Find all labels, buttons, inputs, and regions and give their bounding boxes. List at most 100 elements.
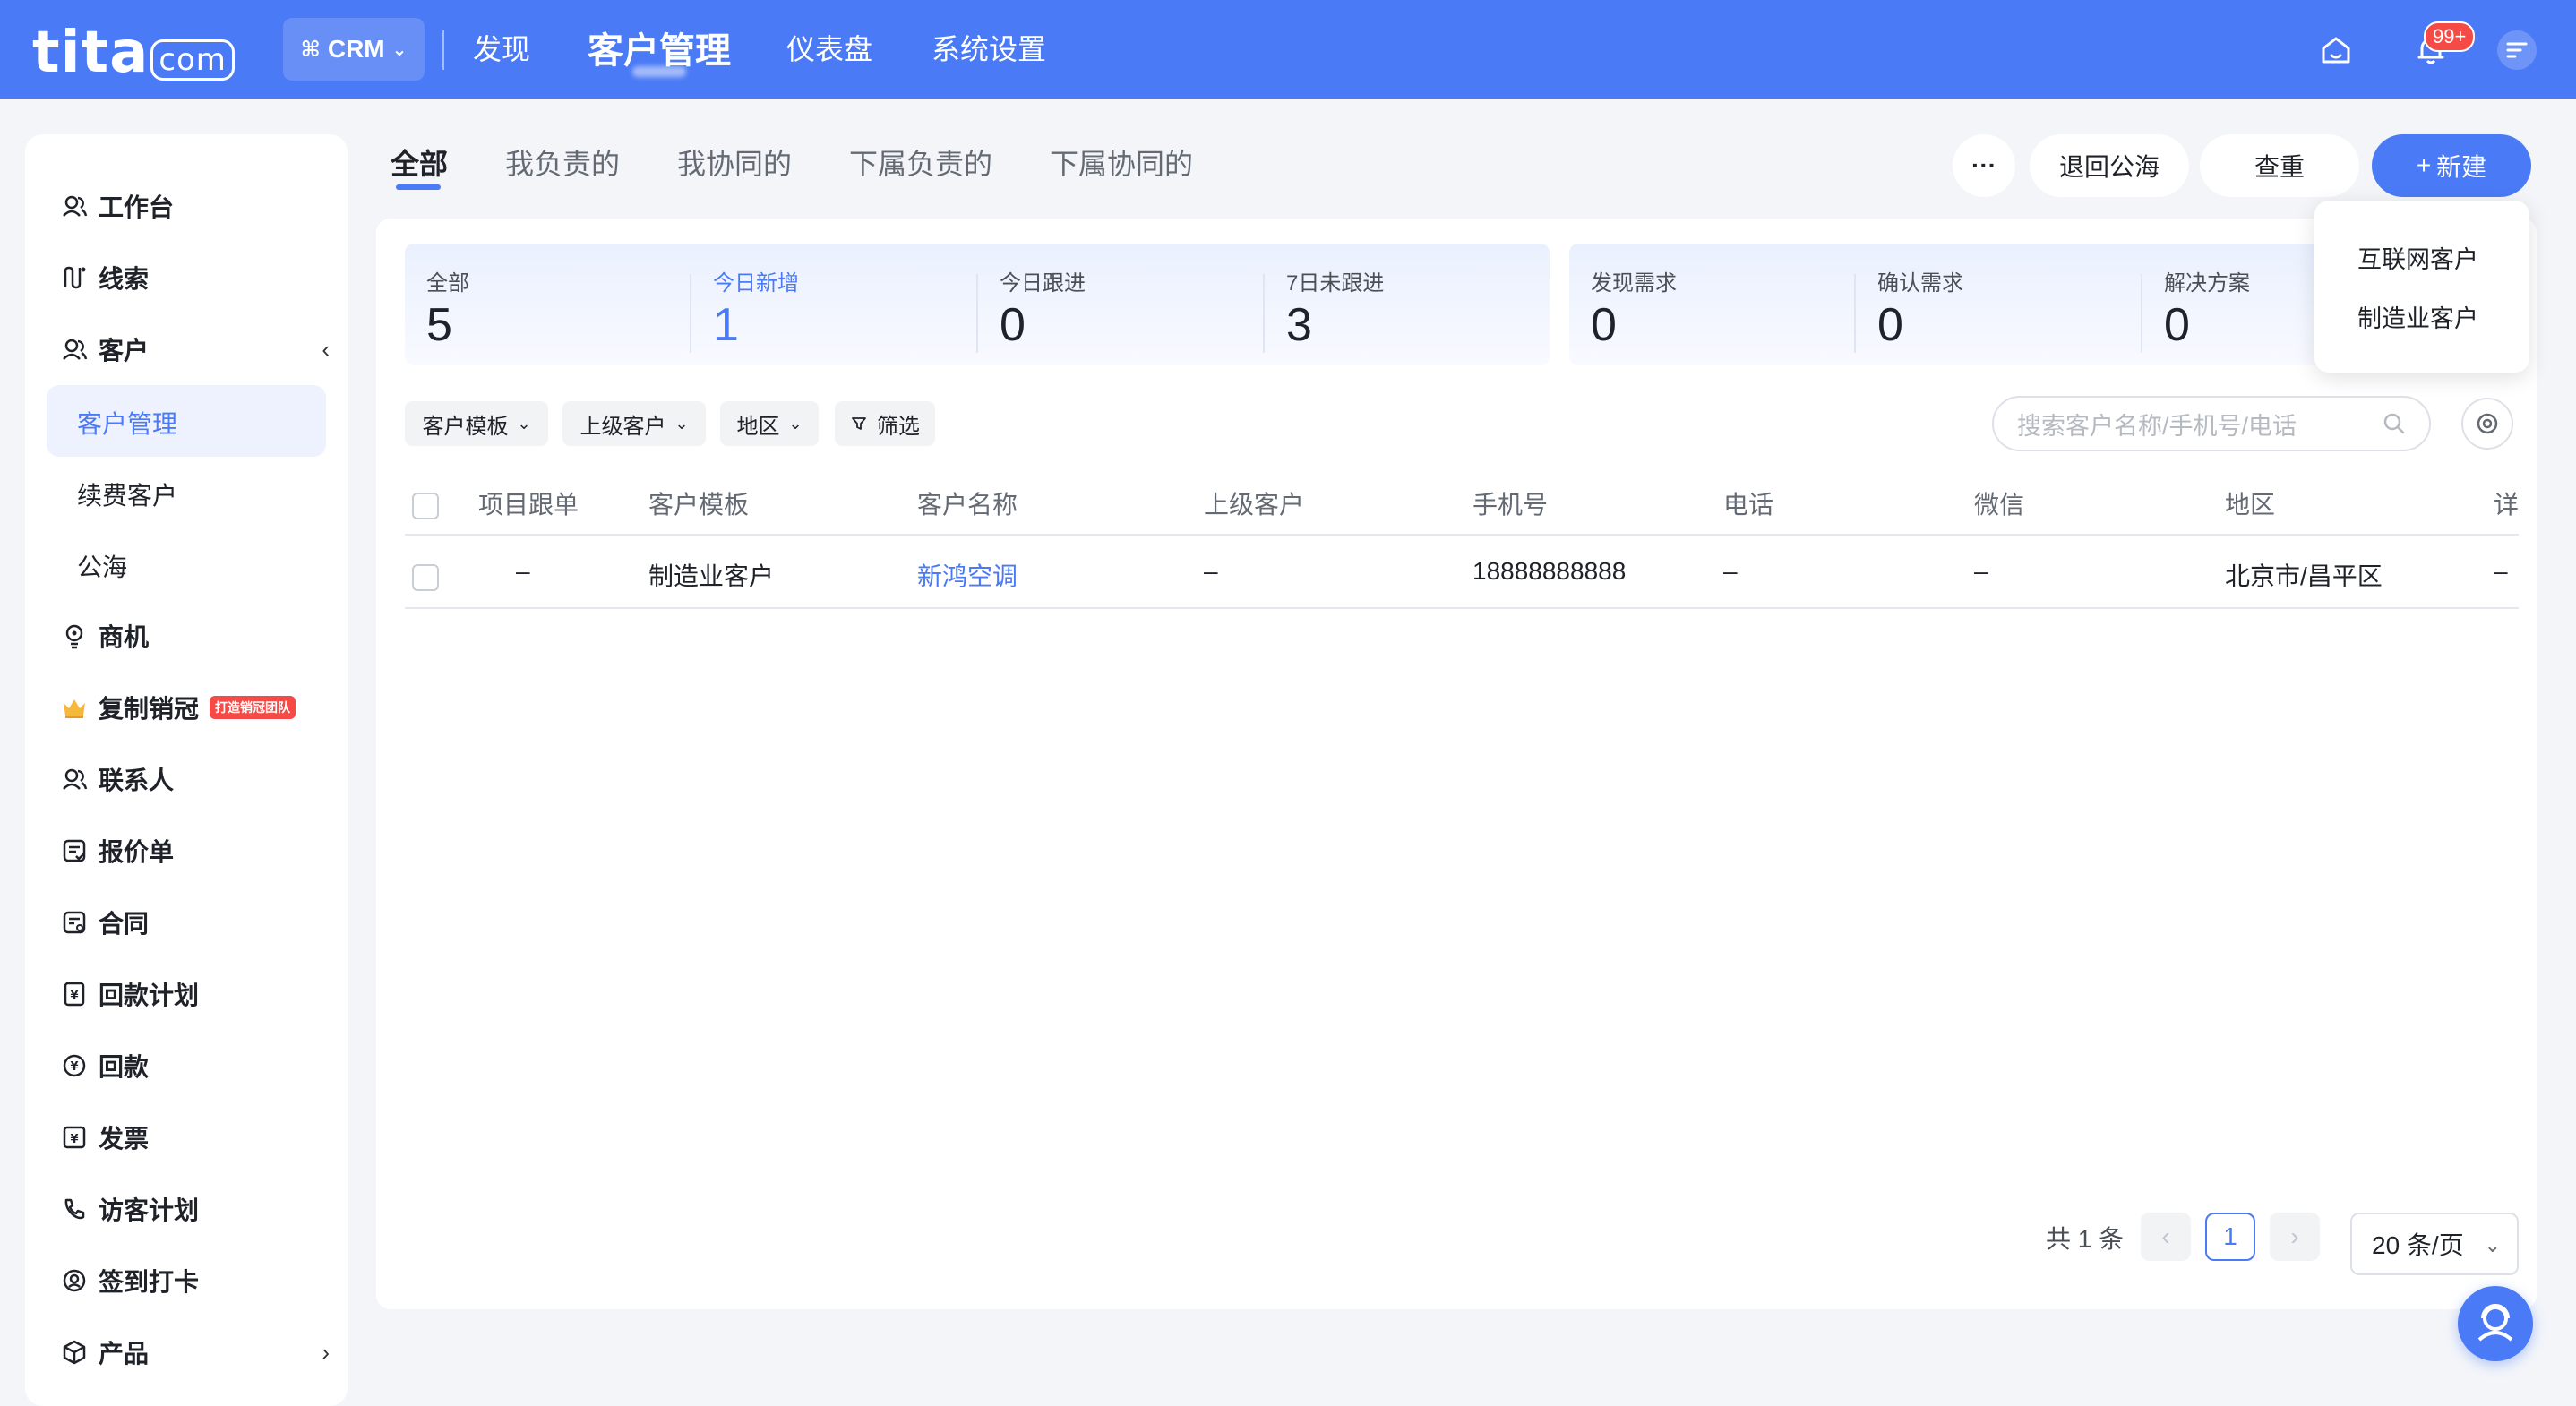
menu-item-internet-customer[interactable]: 互联网客户 xyxy=(2357,240,2478,275)
sidebar-item-products[interactable]: 产品 › xyxy=(61,1334,330,1370)
sidebar-item-quotes[interactable]: 报价单 xyxy=(61,833,330,869)
stat-confirm-needs[interactable]: 确认需求 0 xyxy=(1877,265,1963,348)
cell-project: – xyxy=(516,557,530,585)
sidebar-item-invoices[interactable]: ¥ 发票 xyxy=(61,1119,330,1155)
nav-customer-management[interactable]: 客户管理 xyxy=(588,21,731,77)
sidebar-item-customers[interactable]: 客户 ‹ xyxy=(61,331,330,367)
invoice-icon: ¥ xyxy=(63,1126,86,1149)
pagination-next-button[interactable]: › xyxy=(2270,1213,2320,1261)
chevron-right-icon[interactable]: › xyxy=(322,1339,330,1367)
cell-detail: – xyxy=(2494,557,2508,585)
cell-phone: – xyxy=(1723,557,1738,585)
select-all-checkbox[interactable] xyxy=(412,493,439,519)
column-header[interactable]: 微信 xyxy=(1974,485,2024,521)
stat-divider xyxy=(1263,274,1265,353)
sidebar-item-leads[interactable]: 线索 xyxy=(61,260,330,296)
stat-divider xyxy=(2141,274,2142,353)
new-button[interactable]: + 新建 xyxy=(2372,134,2531,197)
stat-today-new[interactable]: 今日新增 1 xyxy=(713,265,799,348)
svg-text:¥: ¥ xyxy=(70,1060,78,1074)
column-header[interactable]: 手机号 xyxy=(1473,485,1548,521)
cell-mobile: 18888888888 xyxy=(1473,557,1627,585)
users-icon xyxy=(63,195,88,217)
customer-service-button[interactable] xyxy=(2458,1286,2533,1361)
column-header[interactable]: 客户模板 xyxy=(648,485,749,521)
home-icon[interactable] xyxy=(2318,32,2354,68)
column-header[interactable]: 地区 xyxy=(2225,485,2275,521)
dedupe-button[interactable]: 查重 xyxy=(2200,134,2359,197)
more-button[interactable]: ··· xyxy=(1953,134,2015,197)
customer-icon xyxy=(63,339,88,360)
cell-parent-customer: – xyxy=(1204,557,1218,585)
filter-parent-customer[interactable]: 上级客户 ⌄ xyxy=(562,401,706,446)
gear-icon xyxy=(2477,413,2498,434)
tab-collaborating[interactable]: 我协同的 xyxy=(677,141,792,183)
cell-customer-name-link[interactable]: 新鸿空调 xyxy=(917,557,1018,593)
column-header[interactable]: 上级客户 xyxy=(1204,485,1304,521)
top-bar: tita com ⌘ CRM ⌄ 发现 客户管理 仪表盘 系统设置 99+ xyxy=(0,0,2576,99)
row-checkbox[interactable] xyxy=(412,564,439,591)
payment-plan-icon: ¥ xyxy=(64,982,85,1007)
sidebar-item-contacts[interactable]: 联系人 xyxy=(61,761,330,797)
sidebar-item-contracts[interactable]: 合同 xyxy=(61,904,330,940)
sidebar-item-check-in[interactable]: 签到打卡 xyxy=(61,1263,330,1299)
stat-7day-no-followup[interactable]: 7日未跟进 3 xyxy=(1286,265,1384,348)
sidebar-item-payment-plans[interactable]: ¥ 回款计划 xyxy=(61,976,330,1012)
tab-all[interactable]: 全部 xyxy=(391,141,448,183)
chevron-down-icon: ⌄ xyxy=(517,414,531,433)
menu-icon[interactable] xyxy=(2495,29,2538,72)
menu-item-manufacturing-customer[interactable]: 制造业客户 xyxy=(2357,299,2478,334)
search-input[interactable]: 搜索客户名称/手机号/电话 xyxy=(1992,396,2431,451)
tab-subordinate-collaborating[interactable]: 下属协同的 xyxy=(1050,141,1193,183)
contact-icon xyxy=(63,768,88,790)
return-to-pool-button[interactable]: 退回公海 xyxy=(2030,134,2189,197)
sidebar-subitem-customer-management[interactable]: 客户管理 xyxy=(77,405,177,441)
sidebar-item-opportunities[interactable]: 商机 xyxy=(61,618,330,654)
location-icon xyxy=(63,1269,86,1292)
column-header[interactable]: 客户名称 xyxy=(917,485,1018,521)
funnel-icon xyxy=(852,417,866,430)
nav-discover[interactable]: 发现 xyxy=(473,27,530,68)
pagination-page-1[interactable]: 1 xyxy=(2205,1213,2255,1261)
sidebar-item-payments[interactable]: ¥ 回款 xyxy=(61,1048,330,1084)
column-header[interactable]: 电话 xyxy=(1723,485,1773,521)
column-header[interactable]: 详 xyxy=(2494,485,2519,521)
sidebar-item-visit-plans[interactable]: 访客计划 xyxy=(61,1191,330,1227)
filter-customer-template[interactable]: 客户模板 ⌄ xyxy=(405,401,548,446)
stat-all[interactable]: 全部 5 xyxy=(426,265,469,348)
stat-discover-needs[interactable]: 发现需求 0 xyxy=(1591,265,1677,348)
page-size-select[interactable]: 20 条/页 ⌄ xyxy=(2350,1213,2519,1275)
nav-system-settings[interactable]: 系统设置 xyxy=(932,27,1046,68)
quote-icon xyxy=(63,839,86,862)
stat-solution[interactable]: 解决方案 0 xyxy=(2164,265,2250,348)
chevron-left-icon[interactable]: ‹ xyxy=(322,336,330,364)
search-icon xyxy=(2383,413,2405,434)
chevron-down-icon: ⌄ xyxy=(2484,1234,2501,1256)
phone-icon xyxy=(64,1198,85,1220)
nav-dashboard[interactable]: 仪表盘 xyxy=(786,27,872,68)
sidebar-item-copy-top-sales[interactable]: 复制销冠 打造销冠团队 xyxy=(61,690,330,725)
chevron-down-icon: ⌄ xyxy=(391,39,408,60)
stat-today-followup[interactable]: 今日跟进 0 xyxy=(1000,265,1086,348)
nav-divider xyxy=(442,30,444,70)
plus-icon: + xyxy=(2416,151,2432,179)
tab-subordinate-owned[interactable]: 下属负责的 xyxy=(849,141,992,183)
sidebar-subitem-renewal-customers[interactable]: 续费客户 xyxy=(77,476,177,512)
box-icon xyxy=(63,1340,86,1365)
column-header[interactable]: 项目跟单 xyxy=(478,485,579,521)
lead-icon xyxy=(64,266,86,289)
cell-region: 北京市/昌平区 xyxy=(2225,562,2383,590)
column-settings-button[interactable] xyxy=(2461,398,2513,450)
pagination-prev-button[interactable]: ‹ xyxy=(2141,1213,2191,1261)
stat-divider xyxy=(1854,274,1856,353)
filter-region[interactable]: 地区 ⌄ xyxy=(720,401,819,446)
module-switch-button[interactable]: ⌘ CRM ⌄ xyxy=(283,18,425,81)
tab-mine[interactable]: 我负责的 xyxy=(505,141,620,183)
svg-text:¥: ¥ xyxy=(70,990,78,1003)
sidebar-item-workbench[interactable]: 工作台 xyxy=(61,188,330,224)
new-dropdown-menu: 互联网客户 制造业客户 xyxy=(2314,201,2529,373)
sidebar-subitem-public-pool[interactable]: 公海 xyxy=(77,548,127,584)
customer-service-icon xyxy=(2477,1304,2513,1342)
filter-button[interactable]: 筛选 xyxy=(835,401,935,446)
logo[interactable]: tita com xyxy=(32,20,235,86)
